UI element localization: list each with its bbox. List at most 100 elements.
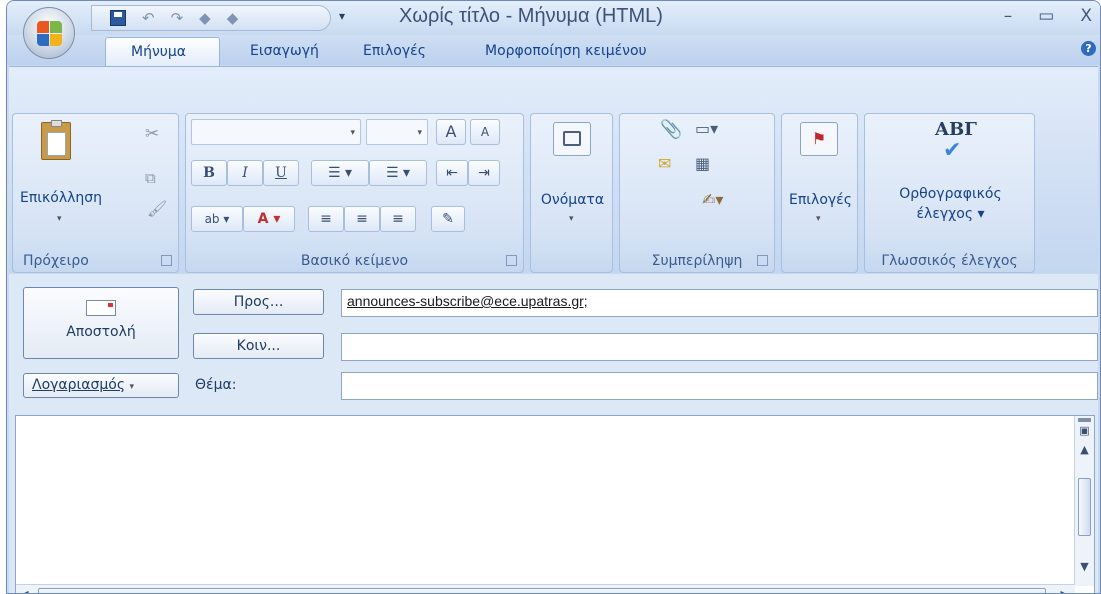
vertical-scrollbar[interactable]: ▣ ▲ ▼	[1074, 416, 1094, 586]
underline-button[interactable]: U	[263, 160, 299, 186]
account-button[interactable]: Λογαριασμός ▾	[23, 373, 179, 398]
align-center-icon: ≡	[356, 211, 368, 227]
split-handle[interactable]	[1078, 418, 1091, 422]
to-field[interactable]: announces-subscribe@ece.upatras.gr;	[341, 289, 1098, 317]
scroll-right-icon[interactable]: ▶	[1061, 588, 1069, 593]
tab-message[interactable]: Μήνυμα	[105, 37, 220, 67]
group-label: Συμπερίληψη	[651, 253, 743, 269]
paste-button[interactable]: Επικόλληση	[17, 188, 105, 208]
decrease-indent-button[interactable]: ⇤	[436, 160, 468, 186]
calendar-icon[interactable]: ▦	[695, 154, 710, 173]
compose-area: Αποστολή Προς... Κοιν... announces-subsc…	[9, 274, 1098, 593]
scroll-up-icon[interactable]: ▲	[1075, 443, 1094, 456]
font-color-label: A	[257, 211, 269, 227]
send-label: Αποστολή	[66, 324, 136, 340]
tab-insert[interactable]: Εισαγωγή	[250, 43, 319, 59]
send-button[interactable]: Αποστολή	[23, 287, 179, 359]
account-label: Λογαριασμός	[32, 377, 126, 393]
spelling-button[interactable]: Ορθογραφικός έλεγχος ▾	[865, 184, 1036, 224]
font-name-combo[interactable]: ▾	[191, 119, 361, 145]
vertical-scroll-thumb[interactable]	[1078, 478, 1091, 536]
align-center-button[interactable]: ≡	[344, 206, 380, 232]
ruler-icon[interactable]: ▣	[1075, 424, 1094, 437]
font-size-combo[interactable]: ▾	[366, 119, 428, 145]
clipboard-launcher-icon[interactable]	[161, 255, 172, 266]
increase-indent-button[interactable]: ⇥	[468, 160, 500, 186]
down-arrow-icon[interactable]: ◆	[227, 10, 239, 26]
ribbon: Επικόλληση ▾ ✂ ⧉ 🖌 Πρόχειρο ▾ ▾ A A B I …	[9, 66, 1098, 273]
undo-icon[interactable]: ↶	[142, 10, 155, 26]
align-right-icon: ≡	[392, 211, 404, 227]
options-dropdown-icon: ▾	[816, 214, 821, 224]
scroll-down-icon[interactable]: ▼	[1075, 560, 1094, 573]
maximize-button[interactable]: ▭	[1038, 6, 1054, 26]
group-label: Βασικό κείμενο	[300, 253, 409, 269]
decrease-indent-icon: ⇤	[446, 165, 458, 181]
minimize-button[interactable]: –	[1004, 6, 1013, 26]
horizontal-scrollbar[interactable]: ◀ ▶	[16, 584, 1075, 593]
scroll-left-icon[interactable]: ◀	[20, 588, 28, 593]
highlight-button[interactable]: ab ▾	[191, 206, 243, 232]
font-color-button[interactable]: A ▾	[243, 206, 295, 232]
group-label: Πρόχειρο	[23, 253, 89, 269]
group-proofing: ΑΒΓ ✔ Ορθογραφικός έλεγχος ▾ Γλωσσικός έλ…	[864, 113, 1035, 273]
tab-format-text[interactable]: Μορφοποίηση κειμένου	[485, 43, 647, 59]
redo-icon[interactable]: ↷	[171, 10, 184, 26]
basic-text-launcher-icon[interactable]	[506, 255, 517, 266]
subject-field[interactable]	[341, 372, 1098, 400]
include-launcher-icon[interactable]	[757, 255, 768, 266]
attach-item-icon[interactable]: ✉	[658, 154, 671, 173]
customize-qat-button[interactable]: ▾	[339, 9, 345, 23]
horizontal-scroll-thumb[interactable]	[38, 588, 1046, 593]
highlight-label: ab	[204, 212, 220, 226]
window-controls: – ▭ X	[1004, 6, 1092, 26]
paste-dropdown-icon[interactable]: ▾	[57, 214, 62, 224]
group-label: Γλωσσικός έλεγχος	[881, 253, 1018, 269]
tab-options[interactable]: Επιλογές	[363, 43, 426, 59]
subject-label: Θέμα:	[195, 377, 237, 393]
cut-icon[interactable]: ✂	[145, 124, 159, 144]
account-dropdown-icon: ▾	[129, 382, 135, 392]
to-button[interactable]: Προς...	[193, 289, 324, 315]
increase-indent-icon: ⇥	[478, 165, 490, 181]
close-button[interactable]: X	[1080, 6, 1092, 26]
message-body[interactable]: ▣ ▲ ▼ ◀ ▶	[15, 415, 1095, 593]
numbering-icon: ☰ ▾	[385, 165, 411, 181]
message-window: ↶ ↷ ◆ ◆ ▾ Χωρίς τίτλο - Μήνυμα (HTML) – …	[6, 0, 1101, 594]
signature-icon[interactable]: ✍▾	[702, 190, 723, 209]
shrink-font-button[interactable]: A	[470, 119, 500, 145]
copy-icon[interactable]: ⧉	[145, 169, 156, 187]
attach-file-icon[interactable]: 📎	[660, 119, 682, 140]
align-left-button[interactable]: ≡	[308, 206, 344, 232]
group-names[interactable]: Ονόματα ▾	[530, 113, 613, 273]
numbering-button[interactable]: ☰ ▾	[369, 160, 427, 186]
italic-button[interactable]: I	[227, 160, 263, 186]
follow-up-flag-icon: ⚑	[800, 122, 838, 156]
align-right-button[interactable]: ≡	[380, 206, 416, 232]
align-left-icon: ≡	[320, 211, 332, 227]
office-button[interactable]	[23, 7, 75, 59]
bullets-button[interactable]: ☰ ▾	[311, 160, 369, 186]
up-arrow-icon[interactable]: ◆	[199, 10, 211, 26]
save-icon[interactable]	[110, 10, 126, 26]
business-card-icon[interactable]: ▭▾	[695, 119, 718, 138]
bold-button[interactable]: B	[191, 160, 227, 186]
format-painter-icon[interactable]: 🖌	[147, 199, 167, 218]
send-icon	[86, 300, 116, 316]
cc-button[interactable]: Κοιν...	[193, 333, 324, 359]
group-options[interactable]: ⚑ Επιλογές ▾	[781, 113, 858, 273]
spelling-label-2: έλεγχος	[916, 206, 974, 222]
help-icon[interactable]: ?	[1081, 41, 1096, 56]
cc-field[interactable]	[341, 333, 1098, 361]
window-title: Χωρίς τίτλο - Μήνυμα (HTML)	[399, 5, 663, 27]
office-logo-icon	[37, 21, 62, 46]
title-bar: ↶ ↷ ◆ ◆ ▾ Χωρίς τίτλο - Μήνυμα (HTML) – …	[7, 1, 1100, 35]
names-label: Ονόματα	[540, 192, 605, 208]
address-book-icon	[553, 122, 591, 156]
grow-font-button[interactable]: A	[436, 119, 466, 145]
options-label: Επιλογές	[789, 192, 852, 208]
spelling-icon-text: ΑΒΓ	[935, 119, 977, 140]
spelling-check-icon: ✔	[943, 138, 962, 163]
clear-formatting-icon: ✎	[442, 211, 454, 227]
clear-formatting-button[interactable]: ✎	[431, 206, 465, 232]
